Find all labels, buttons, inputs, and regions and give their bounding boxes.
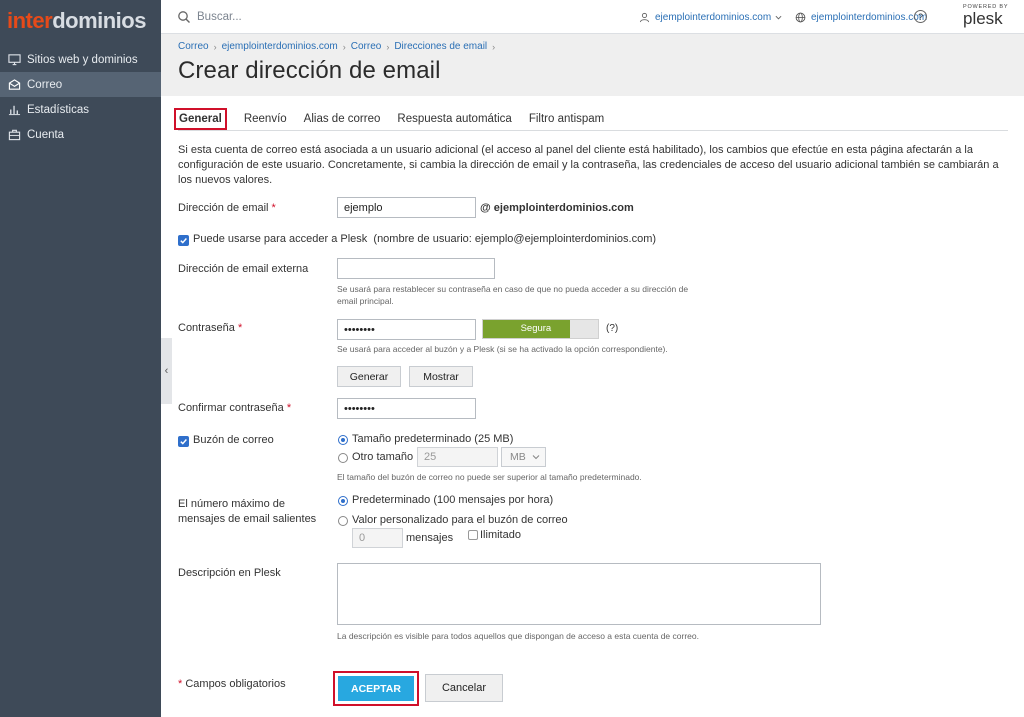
intro-text: Si esta cuenta de correo está asociada a…	[178, 144, 999, 186]
chevron-left-icon: ‹	[164, 365, 169, 377]
mailbox-hint: El tamaño del buzón de correo no puede s…	[337, 472, 642, 482]
outgoing-unlimited-checkbox[interactable]	[468, 530, 478, 540]
sidebar-item-sitios-web[interactable]: Sitios web y dominios	[0, 47, 161, 72]
sidebar: interdominios Sitios web y dominios Corr…	[0, 0, 161, 717]
sidebar-item-label: Cuenta	[27, 128, 65, 141]
mailbox-unit-select[interactable]: MB	[501, 447, 546, 467]
tab-reenvio[interactable]: Reenvío	[244, 111, 287, 130]
search-icon	[178, 10, 190, 23]
domain-name: ejemplointerdominios.com	[811, 11, 928, 23]
tab-filtro-antispam[interactable]: Filtro antispam	[529, 111, 604, 130]
plesk-logo: POWERED BY plesk	[963, 4, 1009, 28]
globe-icon	[795, 12, 806, 22]
tab-general[interactable]: General	[174, 108, 227, 130]
outgoing-custom-radio[interactable]	[338, 516, 348, 526]
sidebar-item-label: Estadísticas	[27, 103, 89, 116]
outgoing-custom-label: Valor personalizado para el buzón de cor…	[352, 514, 568, 526]
password-label: Contraseña *	[178, 322, 243, 334]
generate-password-button[interactable]: Generar	[337, 366, 401, 387]
chevron-right-icon: ›	[492, 41, 496, 52]
plesk-access-checkbox[interactable]	[178, 235, 189, 246]
required-fields-note: * Campos obligatorios	[178, 678, 286, 690]
confirm-password-input[interactable]	[337, 398, 476, 419]
password-strength-label: Segura	[520, 323, 552, 334]
description-textarea[interactable]	[337, 563, 821, 625]
chevron-right-icon: ›	[386, 41, 390, 52]
breadcrumb-link[interactable]: Correo	[178, 41, 209, 52]
description-hint: La descripción es visible para todos aqu…	[337, 631, 699, 641]
confirm-password-label: Confirmar contraseña *	[178, 402, 292, 414]
user-icon	[639, 12, 650, 22]
email-label: Dirección de email *	[178, 202, 276, 214]
logo[interactable]: interdominios	[0, 0, 161, 42]
help-icon: ?	[917, 11, 923, 22]
sidebar-item-cuenta[interactable]: Cuenta	[0, 122, 161, 147]
help-button[interactable]: ?	[914, 10, 927, 23]
search-input[interactable]	[197, 10, 597, 23]
password-strength-meter: Segura	[482, 319, 599, 339]
chevron-right-icon: ›	[342, 41, 346, 52]
tab-alias-de-correo[interactable]: Alias de correo	[304, 111, 381, 130]
outgoing-default-radio[interactable]	[338, 496, 348, 506]
breadcrumb-link[interactable]: Correo	[351, 41, 382, 52]
chevron-right-icon: ›	[213, 41, 217, 52]
chevron-down-icon	[532, 455, 540, 460]
sidebar-item-label: Sitios web y dominios	[27, 53, 138, 66]
mail-icon	[7, 78, 21, 92]
outgoing-value-input[interactable]	[352, 528, 403, 548]
account-menu[interactable]: ejemplointerdominios.com	[639, 0, 782, 34]
password-hint: Se usará para acceder al buzón y a Plesk…	[337, 344, 668, 354]
outgoing-default-label: Predeterminado (100 mensajes por hora)	[352, 494, 554, 506]
accept-button-highlight: ACEPTAR	[333, 671, 419, 706]
outgoing-limit-label: El número máximo de mensajes de email sal…	[178, 498, 317, 525]
tab-bar: General Reenvío Alias de correo Respuest…	[174, 108, 1008, 131]
mailbox-default-size-radio[interactable]	[338, 435, 348, 445]
plesk-access-label: Puede usarse para acceder a Plesk (nombr…	[193, 233, 657, 245]
mailbox-other-size-radio[interactable]	[338, 453, 348, 463]
bar-chart-icon	[7, 103, 21, 117]
mailbox-default-size-label: Tamaño predeterminado (25 MB)	[352, 433, 514, 445]
description-label: Descripción en Plesk	[178, 567, 281, 579]
show-password-button[interactable]: Mostrar	[409, 366, 473, 387]
password-strength-help[interactable]: (?)	[606, 323, 618, 334]
tab-respuesta-automatica[interactable]: Respuesta automática	[397, 111, 511, 130]
account-name: ejemplointerdominios.com	[655, 11, 772, 23]
briefcase-icon	[7, 128, 21, 142]
title-area: Correo › ejemplointerdominios.com › Correo…	[161, 34, 1024, 96]
sidebar-item-label: Correo	[27, 78, 63, 91]
top-bar: ejemplointerdominios.com ejemplointerdom…	[161, 0, 1024, 34]
chevron-down-icon	[775, 15, 782, 19]
mailbox-size-input[interactable]	[417, 447, 498, 467]
outgoing-unit-label: mensajes	[406, 532, 454, 544]
mailbox-checkbox[interactable]	[178, 436, 189, 447]
cancel-button[interactable]: Cancelar	[425, 674, 503, 702]
breadcrumb: Correo › ejemplointerdominios.com › Correo…	[178, 41, 500, 52]
mailbox-label: Buzón de correo	[193, 434, 274, 446]
password-input[interactable]	[337, 319, 476, 340]
outgoing-unlimited-label: Ilimitado	[480, 529, 521, 541]
external-email-hint: Se usará para restablecer su contraseña …	[337, 284, 689, 306]
sidebar-item-correo[interactable]: Correo	[0, 72, 161, 97]
sidebar-item-estadisticas[interactable]: Estadísticas	[0, 97, 161, 122]
mailbox-other-size-label: Otro tamaño	[352, 451, 414, 463]
domain-link[interactable]: ejemplointerdominios.com	[795, 0, 927, 34]
accept-button[interactable]: ACEPTAR	[338, 676, 414, 701]
page-title: Crear dirección de email	[178, 57, 441, 84]
email-domain: @ ejemplointerdominios.com	[480, 202, 634, 214]
monitor-icon	[7, 53, 21, 67]
breadcrumb-link[interactable]: Direcciones de email	[394, 41, 487, 52]
sidebar-collapse-button[interactable]: ‹	[161, 338, 172, 404]
email-input[interactable]	[337, 197, 476, 218]
breadcrumb-link[interactable]: ejemplointerdominios.com	[222, 41, 338, 52]
external-email-label: Dirección de email externa	[178, 263, 309, 275]
external-email-input[interactable]	[337, 258, 495, 279]
